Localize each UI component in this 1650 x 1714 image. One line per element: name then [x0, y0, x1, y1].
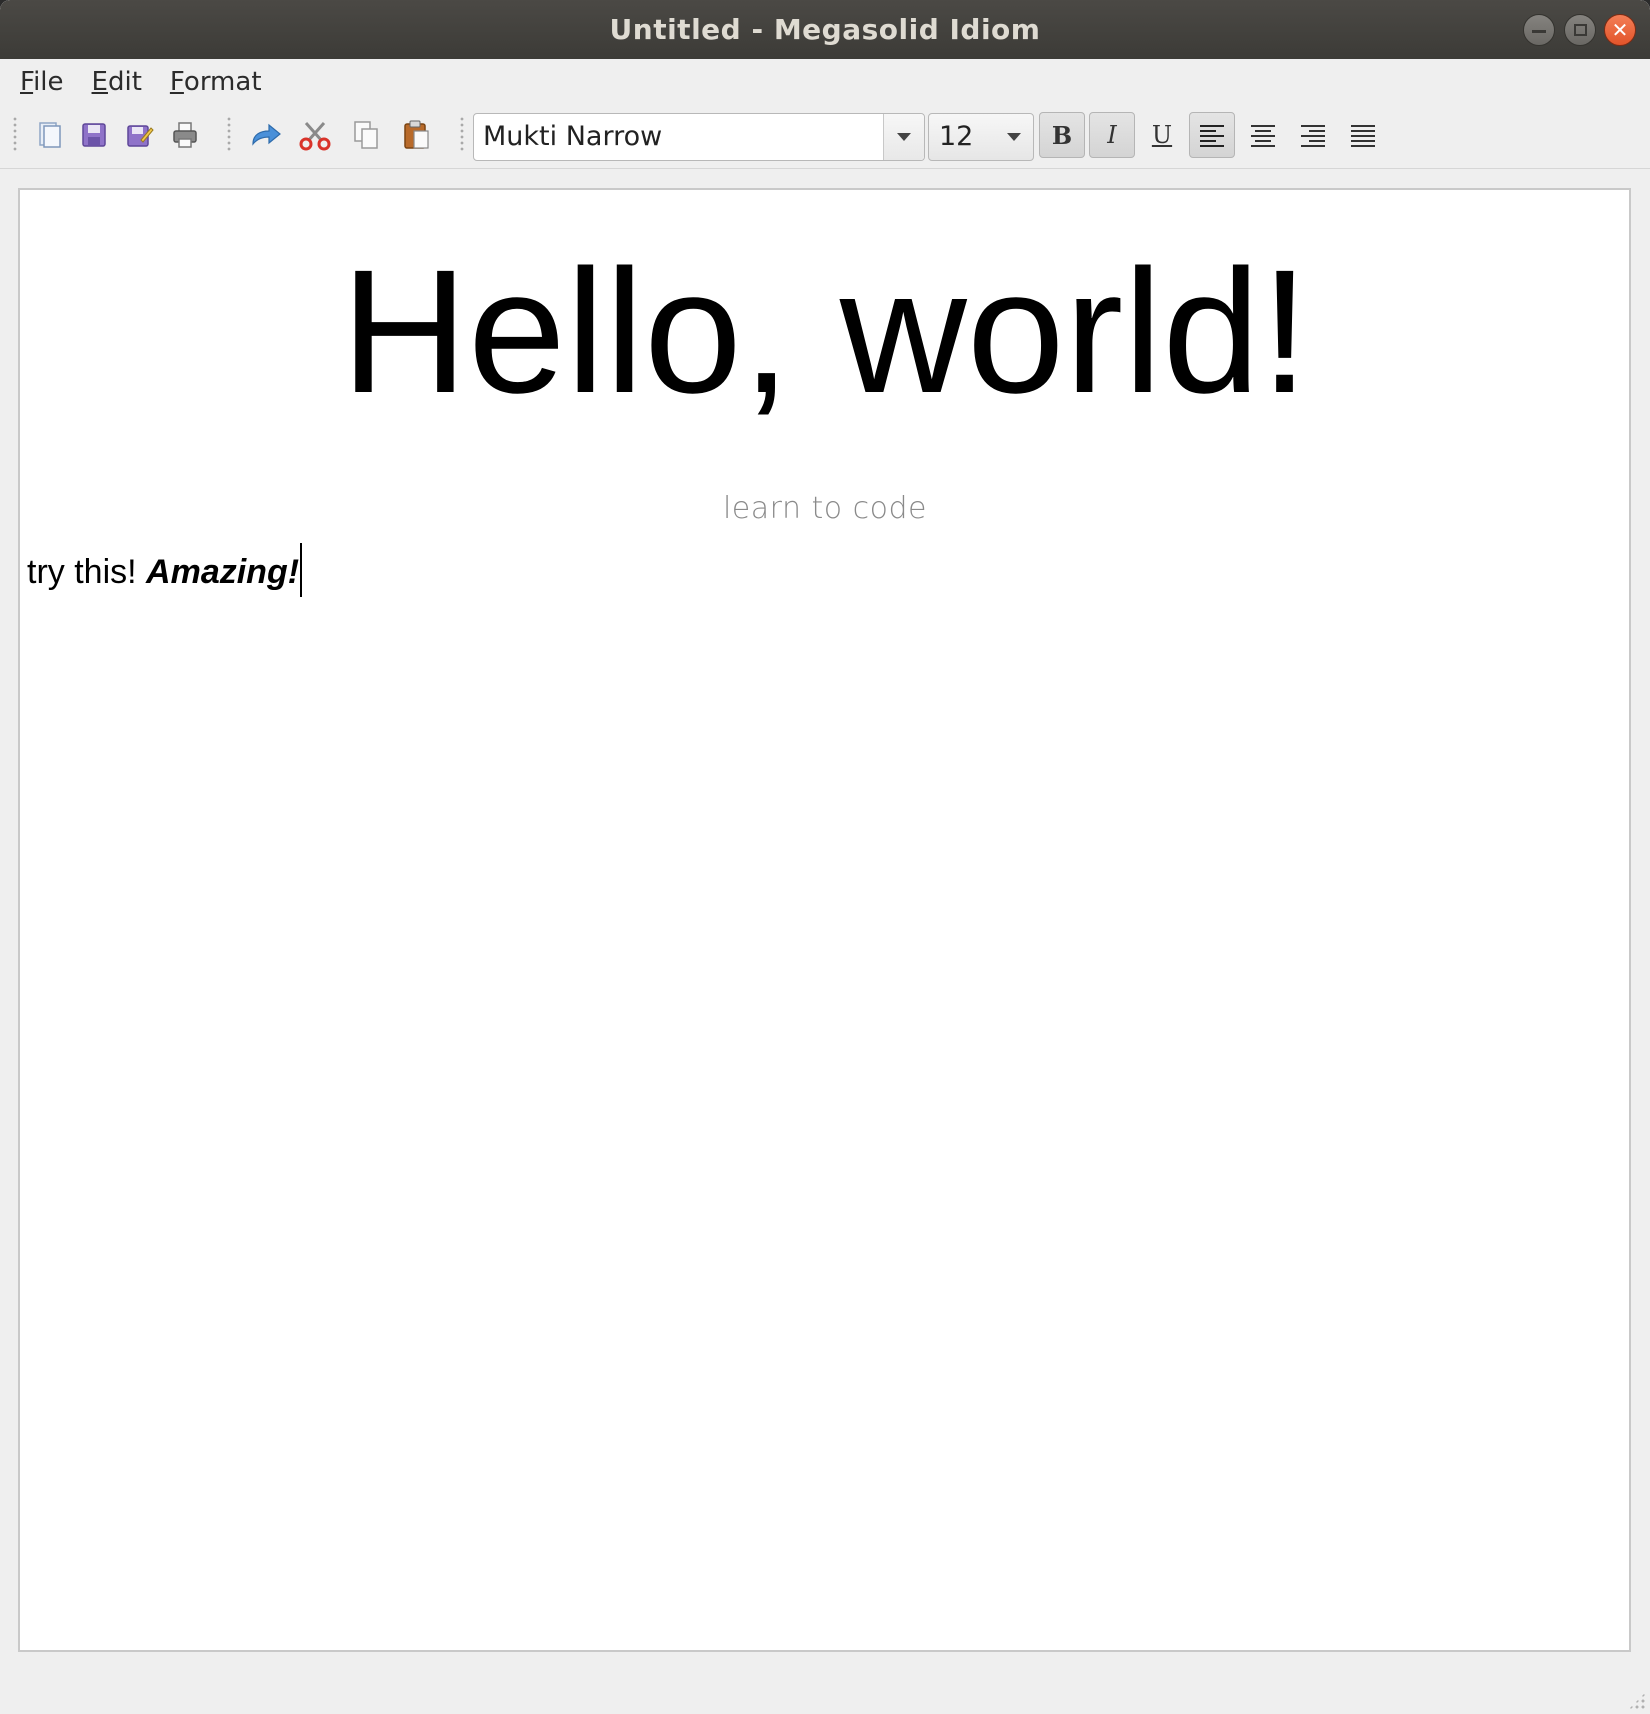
redo-icon	[252, 123, 281, 146]
align-left-button[interactable]	[1189, 112, 1235, 158]
font-size-combobox[interactable]: 12	[928, 113, 1034, 161]
save-button[interactable]	[73, 114, 115, 156]
title-bar[interactable]: Untitled - Megasolid Idiom ✕	[0, 0, 1650, 59]
font-family-combobox[interactable]: Mukti Narrow	[473, 113, 925, 161]
underline-icon: U	[1151, 121, 1173, 149]
cut-button[interactable]	[294, 114, 336, 156]
document-heading: Hello, world!	[340, 234, 1310, 430]
align-center-icon	[1251, 125, 1275, 147]
menu-edit-mnemonic: E	[91, 66, 108, 97]
menu-edit[interactable]: Edit	[92, 67, 142, 97]
save-icon	[82, 123, 106, 147]
file-toolbar-grip[interactable]	[12, 116, 18, 152]
bold-button[interactable]: B	[1039, 112, 1085, 158]
align-left-icon	[1200, 125, 1224, 147]
maximize-icon	[1573, 24, 1587, 36]
document-paragraph: try this! Amazing!	[27, 543, 303, 597]
font-size-value: 12	[939, 121, 974, 152]
menu-format[interactable]: Format	[170, 67, 262, 97]
menu-file-mnemonic: F	[20, 66, 34, 97]
cut-icon	[299, 122, 331, 151]
align-justify-icon	[1351, 125, 1375, 147]
document-plain-text: try this!	[27, 553, 147, 591]
minimize-button[interactable]	[1523, 14, 1555, 46]
copy-icon	[354, 121, 378, 149]
menu-file[interactable]: File	[20, 67, 64, 97]
menu-format-mnemonic: F	[169, 66, 184, 97]
window-title: Untitled - Megasolid Idiom	[609, 13, 1041, 46]
close-button[interactable]: ✕	[1604, 14, 1636, 46]
format-toolbar-grip[interactable]	[459, 116, 465, 152]
align-justify-button[interactable]	[1340, 112, 1386, 158]
resize-grip-icon[interactable]	[1628, 1692, 1646, 1710]
italic-button[interactable]: I	[1089, 112, 1135, 158]
chevron-down-icon	[1007, 133, 1021, 141]
status-bar	[0, 1660, 1650, 1714]
align-right-button[interactable]	[1290, 112, 1336, 158]
print-button[interactable]	[164, 114, 206, 156]
text-caret	[300, 543, 303, 597]
font-size-dropdown-button[interactable]	[999, 114, 1029, 160]
app-window: Untitled - Megasolid Idiom ✕ File Edit F…	[0, 0, 1650, 1714]
print-icon	[173, 122, 197, 148]
document-subtitle: learn to code	[722, 491, 928, 526]
underline-button[interactable]: U	[1141, 112, 1183, 158]
menu-format-label: ormat	[183, 66, 262, 97]
redo-button[interactable]	[245, 114, 287, 156]
menu-file-label: ile	[33, 66, 64, 97]
save-as-icon	[127, 125, 154, 147]
maximize-button[interactable]	[1564, 14, 1596, 46]
edit-toolbar-grip[interactable]	[226, 116, 232, 152]
document-emphasis-text: Amazing!	[146, 553, 300, 591]
save-as-button[interactable]	[118, 114, 160, 156]
toolbar: Mukti Narrow 12 B I U	[0, 104, 1650, 169]
bold-icon: B	[1051, 120, 1073, 150]
italic-icon: I	[1107, 121, 1117, 149]
open-file-button[interactable]	[28, 114, 70, 156]
paste-icon	[404, 120, 429, 149]
menu-bar: File Edit Format	[0, 59, 1650, 104]
minimize-icon	[1532, 29, 1546, 33]
font-family-value: Mukti Narrow	[483, 121, 663, 152]
copy-button[interactable]	[345, 114, 387, 156]
menu-edit-label: dit	[107, 66, 142, 97]
font-family-dropdown-button[interactable]	[883, 114, 924, 160]
close-icon: ✕	[1611, 18, 1629, 42]
chevron-down-icon	[897, 133, 911, 141]
align-center-button[interactable]	[1240, 112, 1286, 158]
open-file-icon	[39, 122, 61, 148]
paste-button[interactable]	[396, 114, 438, 156]
align-right-icon	[1301, 125, 1325, 147]
